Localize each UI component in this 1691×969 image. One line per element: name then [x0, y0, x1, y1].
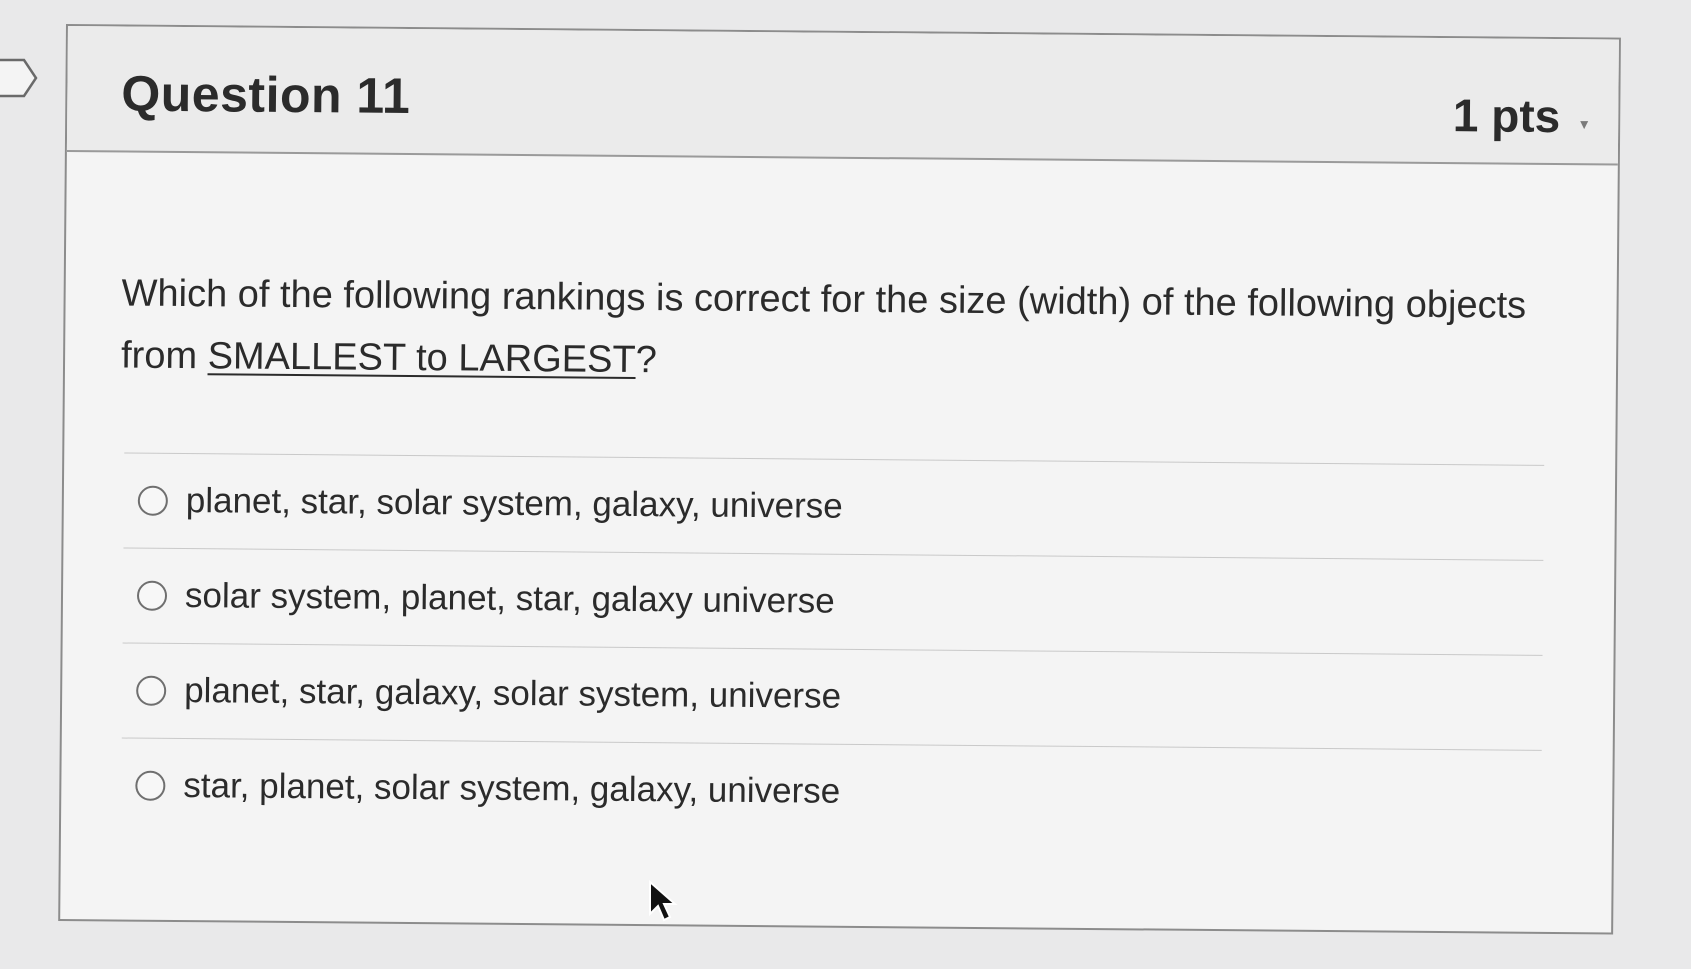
answer-label[interactable]: planet, star, galaxy, solar system, univ… [184, 671, 841, 717]
question-title: Question 11 [121, 65, 411, 125]
answer-option-1[interactable]: planet, star, solar system, galaxy, univ… [123, 453, 1545, 561]
answer-option-2[interactable]: solar system, planet, star, galaxy unive… [122, 548, 1544, 656]
radio-circle-icon[interactable] [137, 485, 168, 516]
small-triangle-icon: ▾ [1580, 116, 1589, 134]
question-text: Which of the following rankings is corre… [121, 262, 1542, 398]
question-card: Question 11 1 pts ▾ Which of the followi… [58, 24, 1621, 935]
question-header: Question 11 1 pts ▾ [66, 26, 1619, 166]
radio-circle-icon[interactable] [135, 770, 166, 801]
question-flag-icon[interactable] [0, 58, 40, 98]
points-label: 1 pts [1452, 89, 1561, 143]
answer-option-3[interactable]: planet, star, galaxy, solar system, univ… [121, 643, 1543, 751]
question-text-emphasis: SMALLEST to LARGEST [207, 335, 636, 381]
answer-list: planet, star, solar system, galaxy, univ… [121, 452, 1545, 845]
radio-circle-icon[interactable] [136, 580, 168, 611]
question-text-end: ? [635, 338, 658, 382]
answer-label[interactable]: star, planet, solar system, galaxy, univ… [183, 766, 840, 812]
answer-option-4[interactable]: star, planet, solar system, galaxy, univ… [121, 739, 1542, 845]
answer-label[interactable]: solar system, planet, star, galaxy unive… [185, 576, 835, 622]
radio-circle-icon[interactable] [136, 675, 167, 706]
answer-label[interactable]: planet, star, solar system, galaxy, univ… [186, 481, 843, 527]
mouse-pointer-icon [649, 880, 678, 922]
